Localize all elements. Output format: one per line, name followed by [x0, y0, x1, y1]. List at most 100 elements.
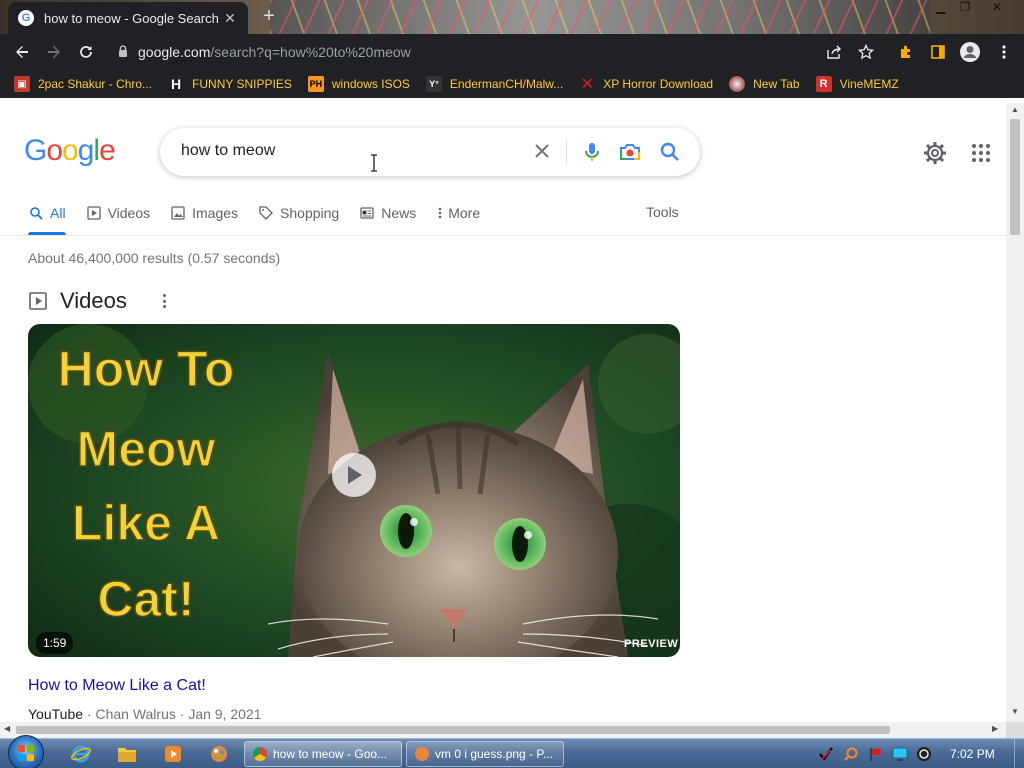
yp-icon: Y° [425, 76, 442, 92]
start-button[interactable] [8, 735, 44, 768]
bookmark-funny-snippies[interactable]: H FUNNY SNIPPIES [168, 76, 292, 92]
bookmark-star-icon[interactable] [852, 38, 880, 66]
tab-label: More [448, 205, 481, 221]
tray-search-icon[interactable] [843, 746, 859, 762]
scroll-right-arrow-icon[interactable]: ▶ [992, 724, 998, 733]
profile-avatar-icon[interactable] [956, 38, 984, 66]
forward-arrow-icon[interactable] [38, 36, 70, 68]
tray-volume-icon[interactable] [916, 746, 932, 762]
paint-app-icon[interactable] [208, 743, 230, 765]
tab-shopping[interactable]: Shopping [258, 200, 339, 226]
tray-display-icon[interactable] [892, 746, 908, 762]
microphone-icon[interactable] [580, 140, 604, 164]
search-tabs: All Videos Images Shopping News More [28, 200, 500, 236]
horizontal-scrollbar[interactable]: ◀ ▶ [0, 722, 1006, 738]
address-bar[interactable]: google.com/search?q=how%20to%20meow [108, 38, 890, 66]
reload-icon[interactable] [70, 36, 102, 68]
thumbnail-text-line: Meow [77, 421, 216, 477]
tab-news[interactable]: News [359, 200, 416, 226]
tab-videos[interactable]: Videos [86, 200, 150, 226]
camera-lens-icon[interactable] [618, 140, 642, 164]
scroll-left-arrow-icon[interactable]: ◀ [4, 724, 10, 733]
tab-title: how to meow - Google Search [44, 10, 219, 26]
search-icon[interactable] [658, 140, 682, 164]
bookmark-new-tab[interactable]: New Tab [729, 76, 800, 92]
preview-label[interactable]: PREVIEW [624, 638, 678, 650]
bookmark-label: EndermanCH/Malw... [449, 77, 564, 91]
google-logo[interactable]: Google [24, 134, 116, 168]
h-icon: H [171, 76, 182, 92]
settings-gear-icon[interactable] [922, 140, 948, 166]
play-icon[interactable] [332, 453, 376, 497]
scroll-up-arrow-icon[interactable]: ▲ [1010, 105, 1020, 114]
video-date: Jan 9, 2021 [188, 706, 262, 722]
show-desktop-button[interactable] [1014, 739, 1024, 768]
media-player-icon[interactable] [162, 743, 184, 765]
tab-label: Shopping [280, 205, 340, 221]
lock-icon [118, 44, 128, 60]
system-clock[interactable]: 7:02 PM [950, 747, 995, 761]
search-divider [566, 140, 567, 164]
vertical-scrollbar[interactable]: ▲ ▼ [1006, 103, 1024, 723]
tab-images[interactable]: Images [170, 200, 238, 226]
videos-section-header: Videos [28, 288, 127, 314]
bookmarks-bar: ▣ 2pac Shakur - Chro... H FUNNY SNIPPIES… [0, 70, 1024, 98]
restore-icon[interactable]: ❐ [954, 0, 976, 18]
search-box[interactable]: how to meow [160, 128, 700, 176]
minimize-icon[interactable]: ▁ [930, 0, 952, 18]
windows-taskbar: how to meow - Goo... vm 0 i guess.png - … [0, 735, 1024, 768]
chrome-menu-icon[interactable] [990, 38, 1018, 66]
more-vert-icon [436, 205, 444, 221]
google-favicon-icon: G [18, 10, 34, 26]
vertical-scroll-thumb[interactable] [1010, 119, 1020, 235]
windows-logo-icon [18, 745, 34, 761]
horizontal-scroll-thumb[interactable] [16, 726, 890, 734]
clear-icon[interactable] [530, 140, 554, 164]
tray-flag-icon[interactable] [868, 746, 884, 762]
video-duration: 1:59 [36, 632, 74, 654]
search-icon [28, 205, 44, 221]
bookmark-xp-horror[interactable]: ✕ XP Horror Download [579, 76, 714, 93]
bookmark-windows-isos[interactable]: PH windows ISOS [307, 76, 410, 92]
close-window-icon[interactable]: ✕ [986, 0, 1008, 18]
video-source: YouTube [28, 706, 84, 722]
text-cursor-icon [370, 154, 378, 172]
2pac-icon: ▣ [14, 76, 30, 92]
bookmark-2pac[interactable]: ▣ 2pac Shakur - Chro... [14, 76, 152, 92]
taskbar-chrome-window[interactable]: how to meow - Goo... [244, 741, 402, 767]
search-input[interactable]: how to meow [181, 142, 275, 160]
new-tab-button[interactable]: + [258, 6, 280, 28]
browser-toolbar: google.com/search?q=how%20to%20meow [0, 34, 1024, 70]
x-icon: ✕ [580, 76, 594, 93]
tray-check-icon[interactable] [818, 746, 834, 762]
file-explorer-icon[interactable] [116, 743, 138, 765]
tab-close-icon[interactable]: ✕ [222, 10, 238, 27]
bookmark-endermanch[interactable]: Y° EndermanCH/Malw... [425, 76, 564, 92]
ball-icon [729, 76, 746, 92]
share-icon[interactable] [820, 38, 848, 66]
scrollbar-corner [1006, 722, 1024, 738]
paint-app-icon [415, 747, 429, 761]
taskbar-paint-window[interactable]: vm 0 i guess.png - P... [406, 741, 564, 767]
thumbnail-text-line: Like A [72, 495, 220, 551]
tab-all[interactable]: All [28, 200, 66, 226]
extensions-puzzle-icon[interactable] [892, 38, 920, 66]
result-stats: About 46,400,000 results (0.57 seconds) [28, 250, 281, 266]
scroll-down-arrow-icon[interactable]: ▼ [1010, 707, 1020, 716]
tools-button[interactable]: Tools [646, 204, 679, 220]
tab-label: Images [192, 205, 239, 221]
video-result-link[interactable]: How to Meow Like a Cat! [28, 677, 206, 695]
browser-tab-active[interactable]: G how to meow - Google Search ✕ [8, 2, 248, 34]
bookmark-vinememz[interactable]: R VineMEMZ [815, 76, 899, 92]
bookmark-label: VineMEMZ [839, 77, 899, 91]
theme-background [270, 0, 930, 34]
internet-explorer-icon[interactable] [70, 743, 92, 765]
side-panel-icon[interactable] [924, 38, 952, 66]
tab-more[interactable]: More [436, 200, 480, 226]
back-arrow-icon[interactable] [6, 36, 38, 68]
thumbnail-text-line: Cat! [97, 571, 194, 627]
google-apps-grid-icon[interactable] [970, 142, 992, 164]
tab-label: All [50, 205, 66, 221]
thumbnail-text-line: How To [58, 341, 235, 397]
more-options-icon[interactable] [156, 292, 172, 310]
